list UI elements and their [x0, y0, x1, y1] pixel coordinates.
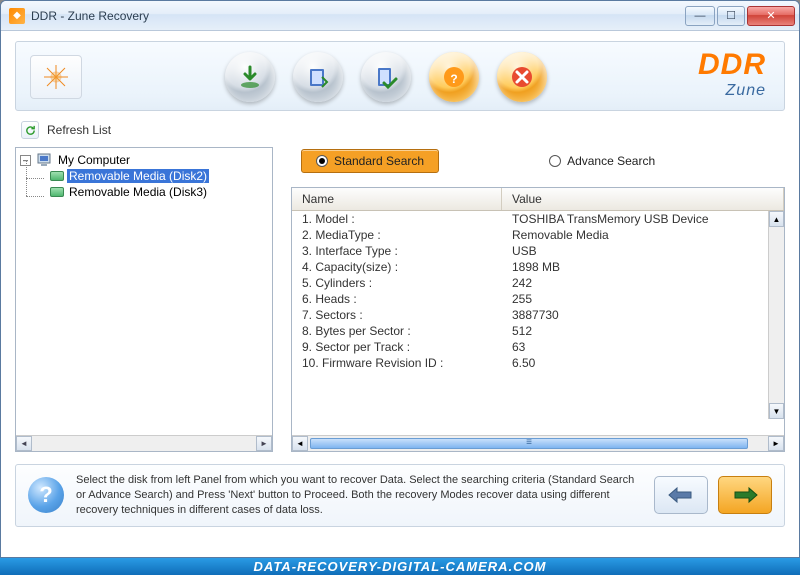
advance-search-option[interactable]: Advance Search: [549, 154, 655, 168]
scroll-left-icon[interactable]: ◄: [292, 436, 308, 451]
details-row[interactable]: 8. Bytes per Sector :512: [292, 323, 784, 339]
row-name: 10. Firmware Revision ID :: [292, 356, 502, 370]
tree-root[interactable]: – My Computer: [18, 152, 270, 168]
refresh-icon[interactable]: [21, 121, 39, 139]
minimize-button[interactable]: —: [685, 6, 715, 26]
app-icon: [30, 55, 82, 99]
disk-tree[interactable]: – My Computer Removable Media (Disk2) Re…: [15, 147, 273, 452]
details-header: Name Value: [292, 188, 784, 211]
header-name[interactable]: Name: [292, 188, 502, 210]
tree-item-disk3[interactable]: Removable Media (Disk3): [48, 184, 270, 200]
drive-icon: [50, 171, 64, 181]
tree-item-label[interactable]: Removable Media (Disk2): [67, 169, 209, 183]
scroll-down-icon[interactable]: ▼: [769, 403, 784, 419]
app-window: ◆ DDR - Zune Recovery — ☐ ✕ ? DDR Zune: [0, 0, 800, 558]
back-button[interactable]: [654, 476, 708, 514]
details-row[interactable]: 1. Model :TOSHIBA TransMemory USB Device: [292, 211, 784, 227]
radio-icon: [549, 155, 561, 167]
details-row[interactable]: 9. Sector per Track :63: [292, 339, 784, 355]
scroll-right-icon[interactable]: ►: [768, 436, 784, 451]
nav-buttons: [654, 476, 772, 514]
titlebar: ◆ DDR - Zune Recovery — ☐ ✕: [1, 1, 799, 31]
toolbar-frame: ? DDR Zune: [15, 41, 785, 111]
scroll-left-icon[interactable]: ◄: [16, 436, 32, 451]
row-name: 1. Model :: [292, 212, 502, 226]
toolbar-buttons: ?: [122, 52, 650, 102]
toolbar-verify-button[interactable]: [361, 52, 411, 102]
scroll-up-icon[interactable]: ▲: [769, 211, 784, 227]
details-scroll-h[interactable]: ◄ ►: [292, 435, 784, 451]
row-value: Removable Media: [502, 228, 784, 242]
row-value: 1898 MB: [502, 260, 784, 274]
tree-scroll-h[interactable]: ◄ ►: [16, 435, 272, 451]
details-row[interactable]: 6. Heads :255: [292, 291, 784, 307]
drive-icon: [50, 187, 64, 197]
brand-main: DDR: [698, 48, 766, 82]
window-controls: — ☐ ✕: [685, 6, 795, 26]
row-name: 9. Sector per Track :: [292, 340, 502, 354]
row-name: 3. Interface Type :: [292, 244, 502, 258]
details-body: 1. Model :TOSHIBA TransMemory USB Device…: [292, 211, 784, 435]
row-name: 5. Cylinders :: [292, 276, 502, 290]
toolbar-help-button[interactable]: ?: [429, 52, 479, 102]
app-small-icon: ◆: [9, 8, 25, 24]
header-value[interactable]: Value: [502, 188, 784, 210]
tree-root-label[interactable]: My Computer: [56, 153, 132, 167]
close-button[interactable]: ✕: [747, 6, 795, 26]
next-button[interactable]: [718, 476, 772, 514]
refresh-label[interactable]: Refresh List: [47, 123, 111, 137]
row-value: 512: [502, 324, 784, 338]
row-value: 63: [502, 340, 784, 354]
row-value: 6.50: [502, 356, 784, 370]
details-scroll-v[interactable]: ▲ ▼: [768, 211, 784, 419]
maximize-button[interactable]: ☐: [717, 6, 745, 26]
svg-text:?: ?: [450, 72, 457, 86]
toolbar-cancel-button[interactable]: [497, 52, 547, 102]
tree-item-disk2[interactable]: Removable Media (Disk2): [48, 168, 270, 184]
standard-search-option[interactable]: Standard Search: [301, 149, 439, 173]
footer-link[interactable]: DATA-RECOVERY-DIGITAL-CAMERA.COM: [0, 558, 800, 575]
toolbar-load-button[interactable]: [225, 52, 275, 102]
tree-item-label[interactable]: Removable Media (Disk3): [67, 185, 209, 199]
brand-area: DDR Zune: [698, 48, 766, 100]
radio-icon: [316, 155, 328, 167]
row-value: 242: [502, 276, 784, 290]
toolbar-open-button[interactable]: [293, 52, 343, 102]
row-value: 3887730: [502, 308, 784, 322]
bottom-bar: ? Select the disk from left Panel from w…: [15, 464, 785, 527]
row-value: USB: [502, 244, 784, 258]
right-column: Standard Search Advance Search Name Valu…: [291, 147, 785, 452]
refresh-row: Refresh List: [21, 121, 785, 139]
details-row[interactable]: 4. Capacity(size) :1898 MB: [292, 259, 784, 275]
search-options: Standard Search Advance Search: [301, 149, 785, 173]
row-name: 8. Bytes per Sector :: [292, 324, 502, 338]
main-row: – My Computer Removable Media (Disk2) Re…: [15, 147, 785, 452]
details-row[interactable]: 5. Cylinders :242: [292, 275, 784, 291]
scroll-thumb[interactable]: [310, 438, 748, 449]
row-value: 255: [502, 292, 784, 306]
help-text: Select the disk from left Panel from whi…: [76, 473, 642, 518]
details-row[interactable]: 2. MediaType :Removable Media: [292, 227, 784, 243]
computer-icon: [37, 153, 53, 167]
details-list: Name Value 1. Model :TOSHIBA TransMemory…: [291, 187, 785, 452]
client-area: ? DDR Zune Refresh List – My Computer: [1, 31, 799, 558]
row-name: 2. MediaType :: [292, 228, 502, 242]
scroll-right-icon[interactable]: ►: [256, 436, 272, 451]
advance-search-label: Advance Search: [567, 154, 655, 168]
details-row[interactable]: 3. Interface Type :USB: [292, 243, 784, 259]
brand-sub: Zune: [698, 82, 766, 100]
window-title: DDR - Zune Recovery: [31, 9, 685, 23]
row-value: TOSHIBA TransMemory USB Device: [502, 212, 784, 226]
details-row[interactable]: 7. Sectors :3887730: [292, 307, 784, 323]
standard-search-label: Standard Search: [334, 154, 424, 168]
row-name: 7. Sectors :: [292, 308, 502, 322]
row-name: 6. Heads :: [292, 292, 502, 306]
help-icon: ?: [28, 477, 64, 513]
row-name: 4. Capacity(size) :: [292, 260, 502, 274]
details-row[interactable]: 10. Firmware Revision ID :6.50: [292, 355, 784, 371]
